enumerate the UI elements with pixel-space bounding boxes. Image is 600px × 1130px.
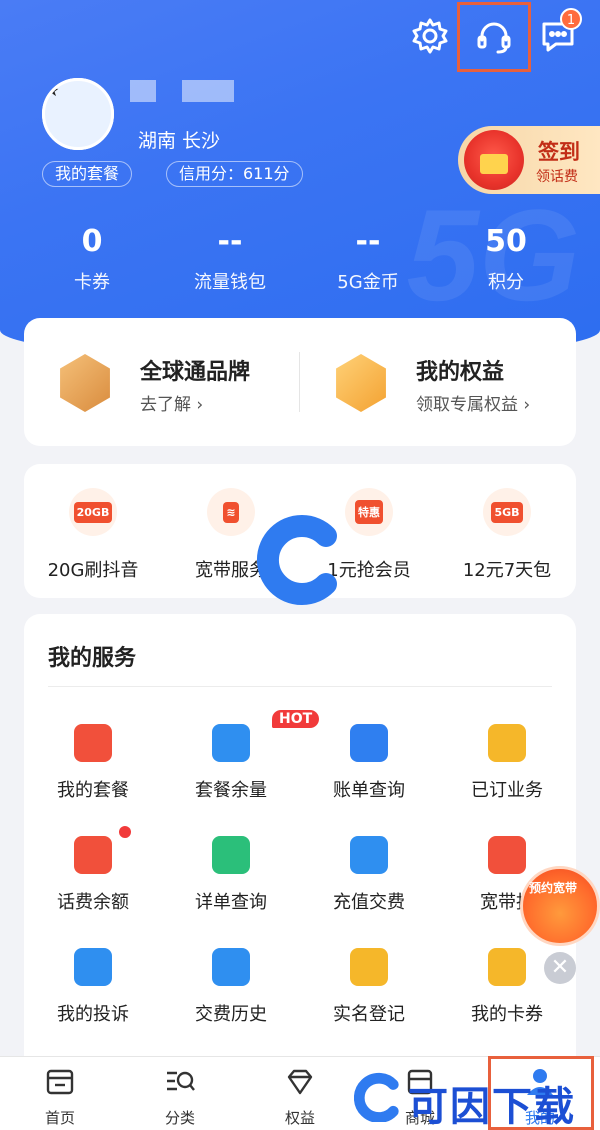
global-brand-entry[interactable]: 全球通品牌 去了解 ›	[24, 318, 300, 446]
service-label: 实名登记	[333, 1004, 405, 1025]
service-label: 交费历史	[195, 1004, 267, 1025]
close-icon[interactable]: ✕	[544, 952, 576, 984]
router-icon: ≋	[207, 488, 255, 536]
divider	[48, 686, 552, 687]
service-label: 详单查询	[195, 892, 267, 913]
broadband-booking-float[interactable]: 预约宽带	[520, 866, 600, 946]
brand-title: 全球通品牌	[140, 360, 251, 385]
stat-data-wallet[interactable]: -- 流量钱包	[160, 222, 300, 294]
stat-label: 5G金币	[337, 272, 399, 293]
gift-box-icon	[464, 130, 524, 190]
service-item[interactable]: 套餐余量	[162, 724, 300, 802]
stat-value: --	[355, 224, 381, 259]
watermark-text: 可因下载	[408, 1084, 576, 1130]
tab-rights[interactable]: 权益	[240, 1065, 360, 1128]
service-item[interactable]: 交费历史	[162, 948, 300, 1026]
diamond-icon	[287, 1069, 313, 1095]
tab-label: 首页	[44, 1109, 75, 1127]
category-search-icon	[167, 1071, 195, 1091]
promo-item[interactable]: 20GB 20G刷抖音	[24, 488, 162, 582]
message-count-badge: 1	[560, 8, 582, 30]
service-item[interactable]: 我的套餐	[24, 724, 162, 802]
tab-category[interactable]: 分类	[120, 1065, 240, 1128]
username-redacted-2	[182, 80, 234, 102]
stat-label: 积分	[488, 272, 524, 293]
watermark-logo	[256, 514, 348, 606]
settings-gear-icon[interactable]	[406, 12, 454, 60]
service-item[interactable]: 已订业务	[438, 724, 576, 802]
service-label: 套餐余量	[195, 780, 267, 801]
pie-chart-icon	[212, 724, 250, 762]
stat-value: 0	[81, 224, 103, 259]
service-label: 我的投诉	[57, 1004, 129, 1025]
home-icon	[46, 1069, 74, 1095]
complaint-phone-icon	[74, 948, 112, 986]
coupon-card-icon	[488, 948, 526, 986]
tab-label: 权益	[284, 1109, 315, 1127]
service-item[interactable]: 实名登记	[300, 948, 438, 1026]
data-package-icon: 5GB	[483, 488, 531, 536]
wallet-icon	[74, 836, 112, 874]
stat-5g-coins[interactable]: -- 5G金币	[298, 222, 438, 294]
detail-list-icon	[212, 836, 250, 874]
signin-subtitle: 领话费	[536, 169, 578, 185]
service-label: 我的卡券	[471, 1004, 543, 1025]
stat-value: --	[217, 224, 243, 259]
service-label: 我的套餐	[57, 780, 129, 801]
service-item[interactable]: 话费余额	[24, 836, 162, 914]
daily-signin-button[interactable]: 签到 领话费	[458, 126, 600, 194]
brand-card: 全球通品牌 去了解 › 我的权益 领取专属权益 ›	[24, 318, 576, 446]
float-promo-label: 预约宽带	[529, 881, 578, 895]
credit-score-link[interactable]: 信用分：611分	[166, 161, 303, 187]
my-rights-entry[interactable]: 我的权益 领取专属权益 ›	[300, 318, 576, 446]
service-label: 账单查询	[333, 780, 405, 801]
recharge-icon	[350, 836, 388, 874]
signin-title: 签到	[538, 140, 580, 164]
section-title: 我的服务	[48, 646, 137, 671]
service-label: 充值交费	[333, 892, 405, 913]
my-package-link[interactable]: 我的套餐	[42, 161, 133, 187]
stat-coupons[interactable]: 0 卡券	[22, 222, 162, 294]
service-item[interactable]: 充值交费	[300, 836, 438, 914]
watermark-c-icon	[354, 1072, 399, 1122]
broadband-repair-icon	[488, 836, 526, 874]
level-star-icon: ★	[42, 78, 114, 150]
subscribed-service-icon	[488, 724, 526, 762]
stat-label: 流量钱包	[194, 272, 266, 293]
brand-sub: 领取专属权益 ›	[416, 395, 531, 415]
promo-label: 12元7天包	[462, 560, 552, 581]
global-brand-icon	[60, 354, 110, 412]
brand-sub: 去了解 ›	[140, 395, 204, 415]
promo-label: 20G刷抖音	[47, 560, 139, 581]
stat-points[interactable]: 50 积分	[436, 222, 576, 294]
brand-title: 我的权益	[416, 360, 505, 385]
stat-label: 卡券	[74, 272, 110, 293]
user-location: 湖南 长沙	[138, 130, 221, 152]
service-label: 话费余额	[57, 892, 129, 913]
watermark-brand: 可因下载	[350, 1064, 600, 1130]
crown-icon	[336, 354, 386, 412]
stat-value: 50	[485, 224, 527, 259]
service-item[interactable]: 账单查询	[300, 724, 438, 802]
tab-home[interactable]: 首页	[0, 1065, 120, 1128]
bill-icon	[350, 724, 388, 762]
my-services-card: 我的服务 HOT 我的套餐 套餐余量 账单查询 已订业务 话费余额 详单查询 充值交费 宽带报…	[24, 614, 576, 1084]
service-item[interactable]: 详单查询	[162, 836, 300, 914]
customer-service-headset-icon[interactable]	[470, 12, 518, 60]
crown-deal-icon: 特惠	[345, 488, 393, 536]
service-item[interactable]: 我的投诉	[24, 948, 162, 1026]
real-name-id-icon	[350, 948, 388, 986]
username-redacted	[130, 80, 156, 102]
service-label: 已订业务	[471, 780, 543, 801]
data-package-icon: 20GB	[69, 488, 117, 536]
tab-label: 分类	[164, 1109, 195, 1127]
payment-history-icon	[212, 948, 250, 986]
package-bag-icon	[74, 724, 112, 762]
promo-item[interactable]: 5GB 12元7天包	[438, 488, 576, 582]
